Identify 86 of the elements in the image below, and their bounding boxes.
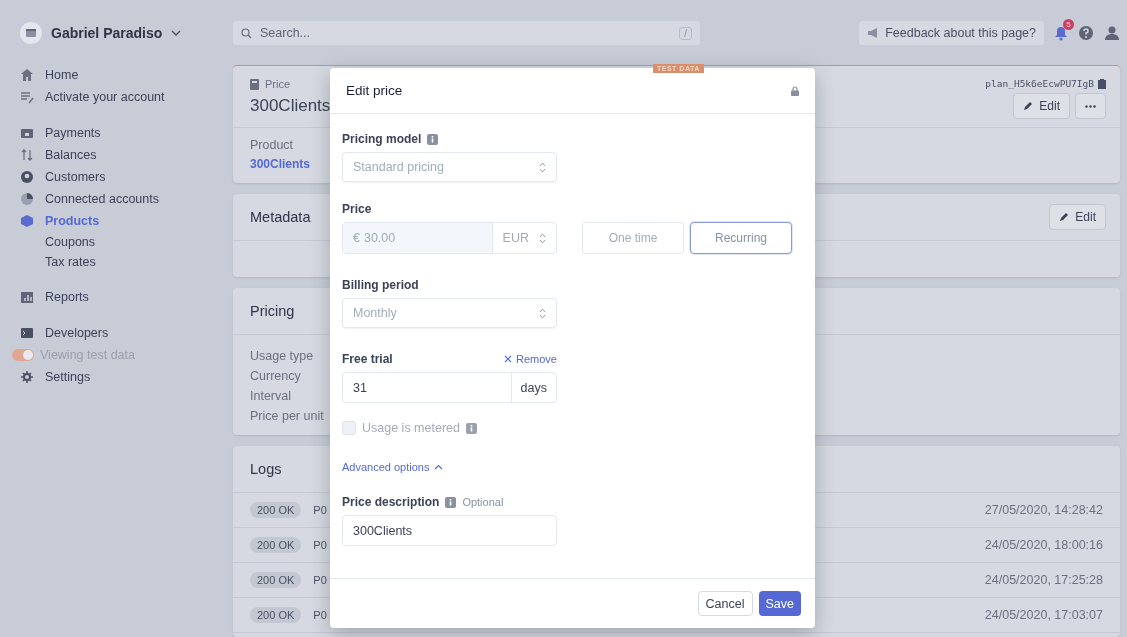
sidebar-item[interactable]: Payments — [20, 122, 101, 144]
store-icon — [20, 22, 42, 44]
arrows-icon — [20, 148, 34, 162]
sidebar-item[interactable]: Settings — [20, 366, 91, 388]
field-label: Usage type — [250, 349, 314, 363]
status-badge: 200 OK — [250, 502, 302, 518]
edit-button[interactable]: Edit — [1013, 93, 1070, 119]
cube-icon — [20, 214, 34, 228]
log-path: P0 — [313, 609, 327, 621]
log-time: 24/05/2020, 17:25:28 — [984, 573, 1103, 587]
save-button[interactable]: Save — [758, 591, 801, 616]
close-icon — [504, 355, 513, 363]
checkbox-label: Usage is metered — [362, 421, 460, 435]
home-icon — [20, 68, 34, 82]
updown-icon — [539, 307, 546, 319]
dialog-title: Edit price — [346, 83, 403, 98]
help-icon[interactable] — [1078, 25, 1094, 41]
status-badge: 200 OK — [250, 572, 302, 588]
field-label: Price description — [342, 495, 440, 509]
wallet-icon — [20, 126, 34, 140]
card-label: Price — [265, 78, 291, 90]
megaphone-icon — [867, 28, 880, 38]
field-label: Pricing model — [342, 132, 422, 146]
user-icon[interactable] — [1104, 25, 1120, 41]
pie-icon — [20, 192, 34, 206]
gear-icon — [20, 370, 34, 384]
search-icon — [241, 27, 252, 39]
log-path: P0 — [313, 539, 327, 551]
bar-chart-icon — [20, 290, 34, 304]
sidebar-item[interactable]: Home — [20, 64, 79, 86]
log-time: 24/05/2020, 18:00:16 — [984, 538, 1103, 552]
updown-icon — [539, 161, 546, 173]
info-icon — [465, 422, 477, 434]
field-label: Price per unit — [250, 409, 324, 423]
price-type-option[interactable]: Recurring — [690, 222, 792, 254]
feedback-button[interactable]: Feedback about this page? — [859, 21, 1044, 45]
price-id: plan_H5k6eEcwPU7IgB — [985, 78, 1094, 89]
more-icon — [1085, 104, 1096, 108]
chevron-icon — [434, 464, 444, 470]
card-title: Pricing — [250, 303, 295, 319]
lock-icon — [791, 85, 799, 96]
info-icon — [445, 496, 457, 508]
field-label: Price — [342, 202, 372, 216]
terminal-icon — [20, 326, 34, 340]
field-label: Currency — [250, 369, 301, 383]
pencil-icon — [1023, 101, 1034, 111]
clipboard-icon[interactable] — [1098, 78, 1106, 89]
field-label: Product — [250, 138, 294, 152]
log-time: 24/05/2020, 17:03:07 — [984, 608, 1103, 622]
log-path: P0 — [313, 574, 327, 586]
account-switcher[interactable]: Gabriel Paradiso — [20, 22, 182, 44]
field-label: Free trial — [342, 352, 393, 366]
description-field[interactable]: 300Clients — [342, 515, 557, 546]
remove-link[interactable]: Remove — [504, 353, 557, 365]
test-data-toggle[interactable] — [12, 349, 34, 361]
status-badge: 200 OK — [250, 607, 302, 623]
status-badge: 200 OK — [250, 537, 302, 553]
sidebar-item[interactable]: Activate your account — [20, 86, 165, 108]
field-label: Billing period — [342, 278, 419, 292]
bell-icon[interactable] — [1054, 25, 1068, 41]
sidebar-item[interactable]: Developers — [20, 322, 109, 344]
search-input[interactable]: Search... — [258, 25, 674, 41]
advanced-options-toggle[interactable]: Advanced options — [342, 461, 444, 473]
card-title: Metadata — [250, 209, 311, 225]
list-icon — [20, 90, 34, 104]
optional-hint: Optional — [462, 496, 504, 508]
sidebar-item[interactable]: Reports — [20, 286, 89, 308]
edit-button[interactable]: Edit — [1049, 204, 1106, 230]
calculator-icon — [250, 78, 259, 90]
log-path: P0 — [313, 504, 327, 516]
shortcut-key: / — [679, 26, 692, 40]
card-title: Logs — [250, 461, 282, 477]
user-icon — [20, 170, 34, 184]
field-label: Interval — [250, 389, 291, 403]
sidebar-subitem[interactable]: Coupons — [20, 232, 96, 252]
sidebar-subitem[interactable]: Tax rates — [20, 252, 96, 272]
sidebar-item[interactable]: Customers — [20, 166, 106, 188]
pencil-icon — [1059, 212, 1070, 222]
log-time: 27/05/2020, 14:28:42 — [984, 503, 1103, 517]
info-icon — [427, 133, 439, 145]
notification-count: 5 — [1063, 19, 1074, 30]
sidebar-item[interactable]: Balances — [20, 144, 97, 166]
sidebar-item[interactable]: Connected accounts — [20, 188, 159, 210]
cancel-button[interactable]: Cancel — [697, 591, 753, 616]
price-title: 300Clients — [250, 96, 331, 116]
chevron-down-icon — [171, 30, 182, 36]
